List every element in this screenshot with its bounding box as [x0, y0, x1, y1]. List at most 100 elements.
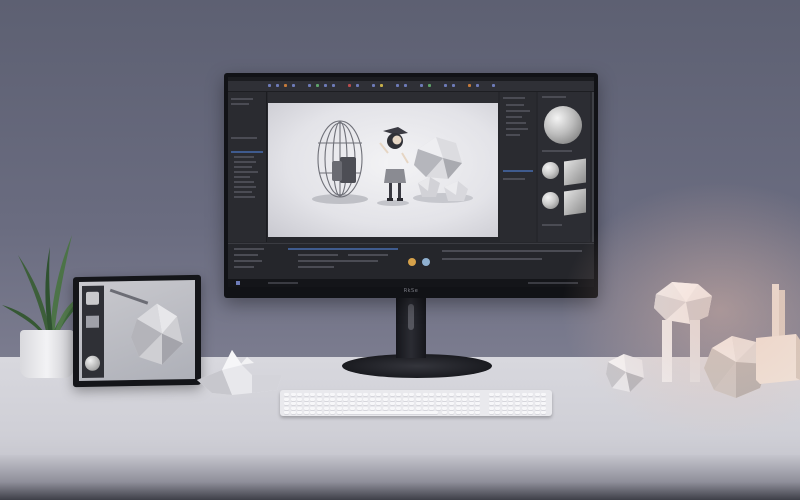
- keyboard-key: [429, 406, 435, 410]
- keyboard-key: [528, 411, 534, 414]
- keyboard-key: [389, 406, 395, 410]
- keyboard-key: [541, 402, 547, 405]
- keyboard-key: [284, 393, 289, 396]
- keyboard-key: [495, 393, 501, 396]
- keyboard-key: [495, 406, 501, 410]
- keyboard-key: [323, 402, 329, 405]
- keyboard-key: [508, 397, 514, 401]
- keyboard-key: [350, 393, 355, 396]
- keyboard-key: [429, 397, 435, 401]
- tablet-screen: [79, 279, 195, 382]
- keyboard-key: [475, 411, 481, 414]
- keyboard-key: [515, 402, 520, 405]
- keyboard-key: [528, 397, 534, 401]
- taskbar[interactable]: [228, 279, 594, 287]
- keyboard: [280, 390, 552, 416]
- keyboard-key: [323, 397, 329, 401]
- keyboard-key: [409, 402, 415, 405]
- keyboard-key: [534, 411, 540, 414]
- scene-tree-panel[interactable]: [500, 92, 536, 242]
- keyboard-key: [442, 393, 448, 396]
- right-icon-strip[interactable]: [592, 92, 594, 242]
- keyboard-key: [383, 402, 388, 405]
- keyboard-key: [515, 393, 520, 396]
- bottom-panels[interactable]: [228, 243, 594, 280]
- keyboard-key: [356, 397, 362, 401]
- keyboard-key: [369, 406, 375, 410]
- keyboard-key: [449, 393, 454, 396]
- keyboard-key: [317, 402, 322, 405]
- low-poly-sculpture: [197, 350, 282, 395]
- keyboard-key: [416, 393, 421, 396]
- keyboard-key: [317, 393, 322, 396]
- material-small-sphere-2[interactable]: [542, 192, 559, 209]
- keyboard-key: [402, 393, 408, 396]
- keyboard-key: [369, 393, 375, 396]
- keyboard-key: [310, 393, 316, 396]
- keyboard-key: [416, 402, 421, 405]
- keyboard-key: [475, 393, 481, 396]
- keyboard-key: [521, 402, 527, 405]
- keyboard-key: [363, 402, 369, 405]
- keyboard-key: [310, 411, 316, 414]
- keyboard-key: [396, 393, 402, 396]
- keyboard-key: [363, 397, 369, 401]
- keyboard-key: [409, 393, 415, 396]
- keyboard-key: [449, 406, 454, 410]
- keyboard-key: [541, 411, 547, 414]
- keyboard-key: [284, 406, 289, 410]
- keyboard-key: [455, 402, 461, 405]
- keyboard-key: [449, 402, 454, 405]
- keyboard-key: [330, 411, 336, 414]
- keyboard-key: [330, 406, 336, 410]
- keyboard-key: [528, 402, 534, 405]
- keyboard-key: [495, 402, 501, 405]
- keyboard-key: [317, 411, 322, 414]
- keyboard-key: [455, 397, 461, 401]
- keyboard-key: [330, 397, 336, 401]
- keyboard-key: [303, 406, 309, 410]
- keyboard-key: [435, 402, 441, 405]
- keyboard-key: [290, 397, 296, 401]
- cable-slot: [408, 304, 414, 330]
- keyboard-key: [336, 411, 342, 414]
- material-swatch-2[interactable]: [564, 188, 586, 216]
- keyboard-key: [343, 397, 349, 401]
- 3d-viewport[interactable]: [268, 103, 498, 237]
- keyboard-key: [449, 411, 454, 414]
- keyboard-key: [389, 393, 395, 396]
- keyboard-key: [369, 397, 375, 401]
- keyboard-key: [495, 411, 501, 414]
- keyboard-key: [501, 397, 507, 401]
- keyboard-key: [501, 411, 507, 414]
- keyboard-key: [455, 411, 461, 414]
- outliner-panel[interactable]: [228, 92, 267, 242]
- low-poly-figure: [654, 282, 712, 382]
- viewport-tabs[interactable]: [268, 92, 498, 103]
- keyboard-key: [376, 402, 382, 405]
- material-small-sphere-1[interactable]: [542, 162, 559, 179]
- keyboard-key: [475, 406, 481, 410]
- keyboard-key: [402, 406, 408, 410]
- plant-pot: [20, 330, 74, 378]
- blocks: [756, 284, 800, 384]
- keyboard-key: [356, 393, 362, 396]
- keyboard-key: [336, 406, 342, 410]
- keyboard-key: [284, 402, 289, 405]
- material-preview-sphere[interactable]: [544, 106, 582, 144]
- keyboard-key: [429, 393, 435, 396]
- keyboard-key: [429, 402, 435, 405]
- keyboard-key: [402, 397, 408, 401]
- material-panel[interactable]: [538, 92, 590, 242]
- keyboard-key: [495, 397, 501, 401]
- keyboard-key: [528, 406, 534, 410]
- keyboard-key: [343, 402, 349, 405]
- material-swatch-1[interactable]: [564, 158, 586, 186]
- toolbar[interactable]: [228, 81, 594, 92]
- keyboard-key: [297, 397, 303, 401]
- keyboard-key: [534, 402, 540, 405]
- keyboard-key: [284, 411, 289, 414]
- keyboard-key: [468, 406, 474, 410]
- keyboard-key: [330, 402, 336, 405]
- keyboard-key: [521, 406, 527, 410]
